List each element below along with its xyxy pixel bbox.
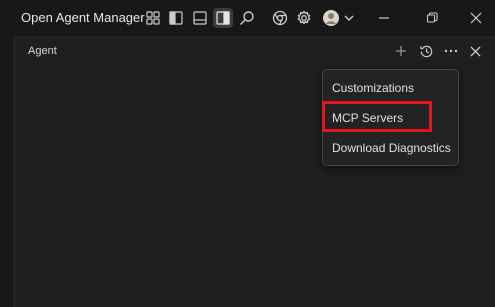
account-avatar[interactable] — [321, 8, 341, 28]
close-panel-icon[interactable] — [466, 42, 484, 60]
title-bar: Open Agent Manager — [0, 0, 495, 36]
chevron-down-icon[interactable] — [339, 8, 359, 28]
plus-icon[interactable] — [392, 42, 410, 60]
window-title: Open Agent Manager — [21, 10, 145, 25]
toggle-panel-icon[interactable] — [190, 8, 210, 28]
history-icon[interactable] — [417, 42, 435, 60]
more-actions-icon[interactable] — [442, 42, 460, 60]
toggle-secondary-sidebar-icon[interactable] — [213, 8, 233, 28]
restore-icon[interactable] — [422, 8, 442, 28]
close-window-icon[interactable] — [466, 8, 486, 28]
layout-icon[interactable] — [143, 8, 163, 28]
toggle-primary-sidebar-icon[interactable] — [166, 8, 186, 28]
menu-item-customizations[interactable]: Customizations — [332, 81, 414, 95]
search-icon[interactable] — [237, 8, 257, 28]
highlight-box — [322, 101, 432, 132]
gear-icon[interactable] — [294, 8, 314, 28]
minimize-icon[interactable] — [374, 8, 394, 28]
panel-title: Agent — [28, 45, 57, 57]
editor-edge — [0, 36, 13, 307]
browser-icon[interactable] — [270, 8, 290, 28]
menu-item-download-diagnostics[interactable]: Download Diagnostics — [332, 141, 451, 155]
